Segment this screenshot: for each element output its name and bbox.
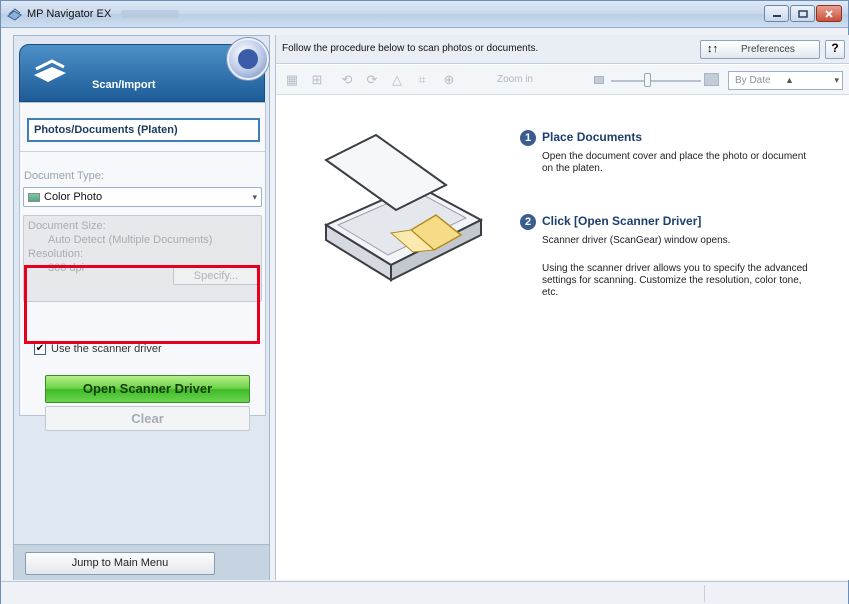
chevron-down-icon: ▾ xyxy=(834,75,839,85)
maximize-button[interactable] xyxy=(790,5,815,22)
highlight-frame xyxy=(24,265,260,344)
title-model-name xyxy=(121,10,179,18)
minimize-button[interactable] xyxy=(764,5,789,22)
rotate-left-icon[interactable]: ⟲ xyxy=(340,73,354,87)
document-type-value: Color Photo xyxy=(44,191,103,203)
small-thumbnail-icon xyxy=(594,76,604,84)
rotate-right-icon[interactable]: ⟳ xyxy=(365,73,379,87)
main-menu-globe-button[interactable] xyxy=(227,38,269,80)
divider xyxy=(20,151,265,152)
crop-icon[interactable]: ⌗ xyxy=(415,73,429,87)
scanner-illustration xyxy=(323,133,484,282)
close-button[interactable] xyxy=(816,5,842,22)
scan-import-header: Scan/Import xyxy=(19,38,271,102)
step-1-title: Place Documents xyxy=(542,130,643,144)
title-bar[interactable]: MP Navigator EX xyxy=(1,1,848,28)
preferences-button[interactable]: ↕↑ Preferences xyxy=(700,40,820,59)
chevron-down-icon: ▾ xyxy=(252,192,257,202)
sort-select[interactable]: By Date ▲ ▾ xyxy=(728,71,843,90)
sort-ascending-icon: ▲ xyxy=(785,75,794,85)
image-toolbar: ▦ ⊞ ⟲ ⟳ △ ⌗ ⊕ Zoom in By Date ▲ ▾ xyxy=(276,65,849,95)
main-content: Follow the procedure below to scan photo… xyxy=(275,35,849,580)
slider-thumb[interactable] xyxy=(644,73,651,87)
use-scanner-driver-checkbox[interactable]: ✔ xyxy=(34,343,46,355)
large-thumbnail-icon xyxy=(704,73,719,86)
scan-settings-panel: Photos/Documents (Platen) Document Type:… xyxy=(19,102,266,431)
close-icon xyxy=(825,9,833,18)
sort-value: By Date xyxy=(735,75,771,86)
status-bar xyxy=(1,581,848,604)
help-button[interactable]: ? xyxy=(825,40,845,59)
preferences-label: Preferences xyxy=(741,44,795,55)
step-2-text-1: Scanner driver (ScanGear) window opens. xyxy=(542,235,731,246)
thumbnail-size-slider[interactable] xyxy=(611,80,701,82)
status-divider xyxy=(704,585,705,602)
jump-to-main-menu-button[interactable]: Jump to Main Menu xyxy=(25,552,215,575)
zoom-in-icon[interactable]: ⊕ xyxy=(442,73,456,87)
select-all-icon[interactable]: ▦ xyxy=(285,73,299,87)
open-scanner-driver-button[interactable]: Open Scanner Driver xyxy=(45,375,250,403)
instruction-text: Follow the procedure below to scan photo… xyxy=(282,43,539,54)
cancel-selection-icon[interactable]: ⊞ xyxy=(310,73,324,87)
scanner-icon xyxy=(34,59,66,82)
clear-button[interactable]: Clear xyxy=(45,406,250,431)
jump-area: Jump to Main Menu xyxy=(14,544,269,580)
document-size-value: Auto Detect (Multiple Documents) xyxy=(48,234,213,246)
use-scanner-driver-label: Use the scanner driver xyxy=(51,343,162,355)
app-window: MP Navigator EX Scan/Import Photos/Docum… xyxy=(0,0,849,604)
app-scanner-icon xyxy=(7,8,22,21)
step-1-text: Open the document cover and place the ph… xyxy=(542,151,807,174)
photo-icon xyxy=(28,193,40,202)
left-panel: Scan/Import Photos/Documents (Platen) Do… xyxy=(13,35,270,580)
preferences-icon: ↕↑ xyxy=(707,43,718,55)
document-size-label: Document Size: xyxy=(28,220,106,232)
invert-icon[interactable]: △ xyxy=(390,73,404,87)
step-2-number: 2 xyxy=(520,214,536,230)
window-controls xyxy=(764,5,842,22)
maximize-icon xyxy=(797,9,808,18)
grid-icon xyxy=(238,49,258,69)
instruction-bar: Follow the procedure below to scan photo… xyxy=(276,35,849,64)
step-1-number: 1 xyxy=(520,130,536,146)
document-type-select[interactable]: Color Photo ▾ xyxy=(23,187,262,207)
source-platen-button[interactable]: Photos/Documents (Platen) xyxy=(27,118,260,142)
window-title: MP Navigator EX xyxy=(27,8,112,20)
scan-import-label: Scan/Import xyxy=(92,79,156,91)
resolution-label: Resolution: xyxy=(28,248,84,260)
document-type-label: Document Type: xyxy=(24,170,104,182)
step-2-title: Click [Open Scanner Driver] xyxy=(542,214,702,228)
zoom-in-label: Zoom in xyxy=(497,74,534,85)
minimize-icon xyxy=(772,14,781,17)
step-2-text-2: Using the scanner driver allows you to s… xyxy=(542,263,808,298)
